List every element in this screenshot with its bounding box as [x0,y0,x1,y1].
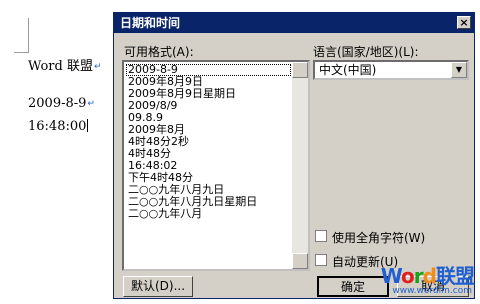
close-icon: × [459,16,469,29]
close-button[interactable]: × [457,16,471,29]
default-button[interactable]: 默认(D)... [123,276,193,297]
fullwidth-checkbox[interactable] [315,230,327,242]
scroll-down-button[interactable] [292,253,308,269]
formats-listbox[interactable]: 2009-8-9 2009年8月9日 2009年8月9日星期日 2009/8/9 09.… [122,60,310,271]
fullwidth-label[interactable]: 使用全角字符(W) [332,229,425,246]
formats-scrollbar[interactable] [292,62,308,269]
doc-line-3: 16:48:00 [28,119,89,134]
formats-list: 2009-8-9 2009年8月9日 2009年8月9日星期日 2009/8/9 09.… [126,64,291,220]
logo-letter-o: o [401,264,415,288]
chevron-down-icon[interactable]: ▼ [451,62,467,78]
doc-text-2: 2009-8-9 [28,96,87,111]
paragraph-mark-icon: ↵ [93,62,102,72]
logo-letter-d: d [422,264,437,288]
watermark-url: www.wordlm.com [392,286,472,296]
format-item[interactable]: 二○○九年八月 [126,208,291,220]
language-value: 中文(中国) [319,63,377,77]
margin-corner-mark [14,18,29,53]
scroll-up-button[interactable] [292,62,308,78]
doc-text-3: 16:48:00 [28,119,87,134]
doc-text-1: Word 联盟 [28,59,93,74]
wordlm-logo: Word联盟 [380,260,475,289]
logo-letter-w: W [380,264,402,288]
ok-button[interactable]: 确定 [317,276,389,297]
dialog-titlebar[interactable]: 日期和时间 [114,13,474,33]
date-time-dialog: 日期和时间 × 可用格式(A): 2009-8-9 2009年8月9日 2009年8… [113,12,475,299]
doc-line-1: Word 联盟↵ [28,55,102,74]
autoupdate-checkbox[interactable] [315,254,327,266]
logo-letter-r: r [413,264,424,288]
doc-line-2: 2009-8-9↵ [28,96,95,111]
formats-label: 可用格式(A): [124,45,194,59]
language-label: 语言(国家/地区)(L): [313,45,419,59]
language-select[interactable]: 中文(中国) ▼ [313,60,469,80]
logo-text-cn: 联盟 [436,264,475,288]
paragraph-mark-icon: ↵ [87,99,95,109]
text-cursor [87,119,89,132]
dialog-title: 日期和时间 [120,16,181,30]
